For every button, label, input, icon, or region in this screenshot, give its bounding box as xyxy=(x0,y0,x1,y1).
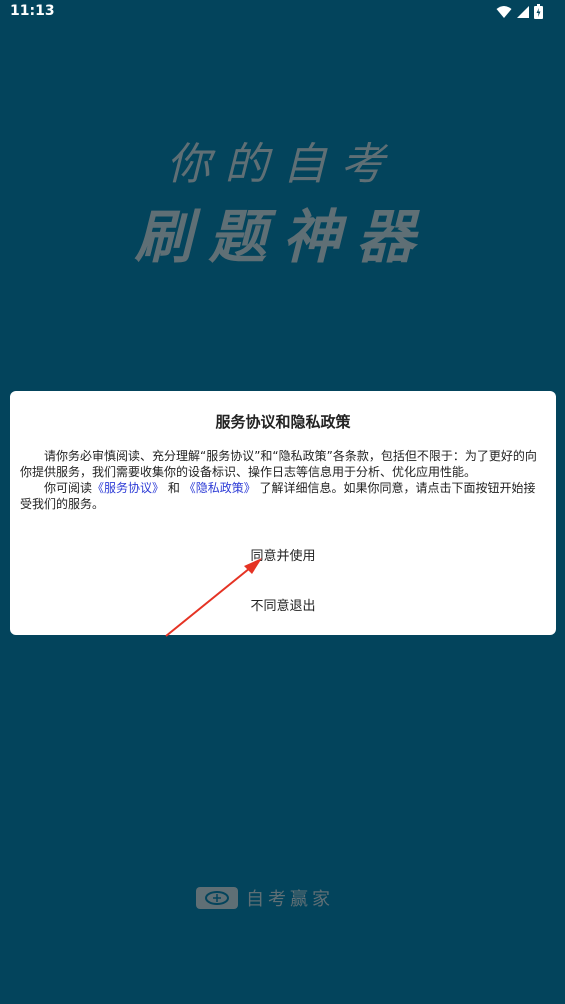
footer-logo-text: 自考赢家 xyxy=(246,889,334,910)
app-logo-icon xyxy=(196,887,238,909)
footer-logo: 自考赢家 xyxy=(196,886,334,910)
annotation-arrow xyxy=(165,558,262,637)
